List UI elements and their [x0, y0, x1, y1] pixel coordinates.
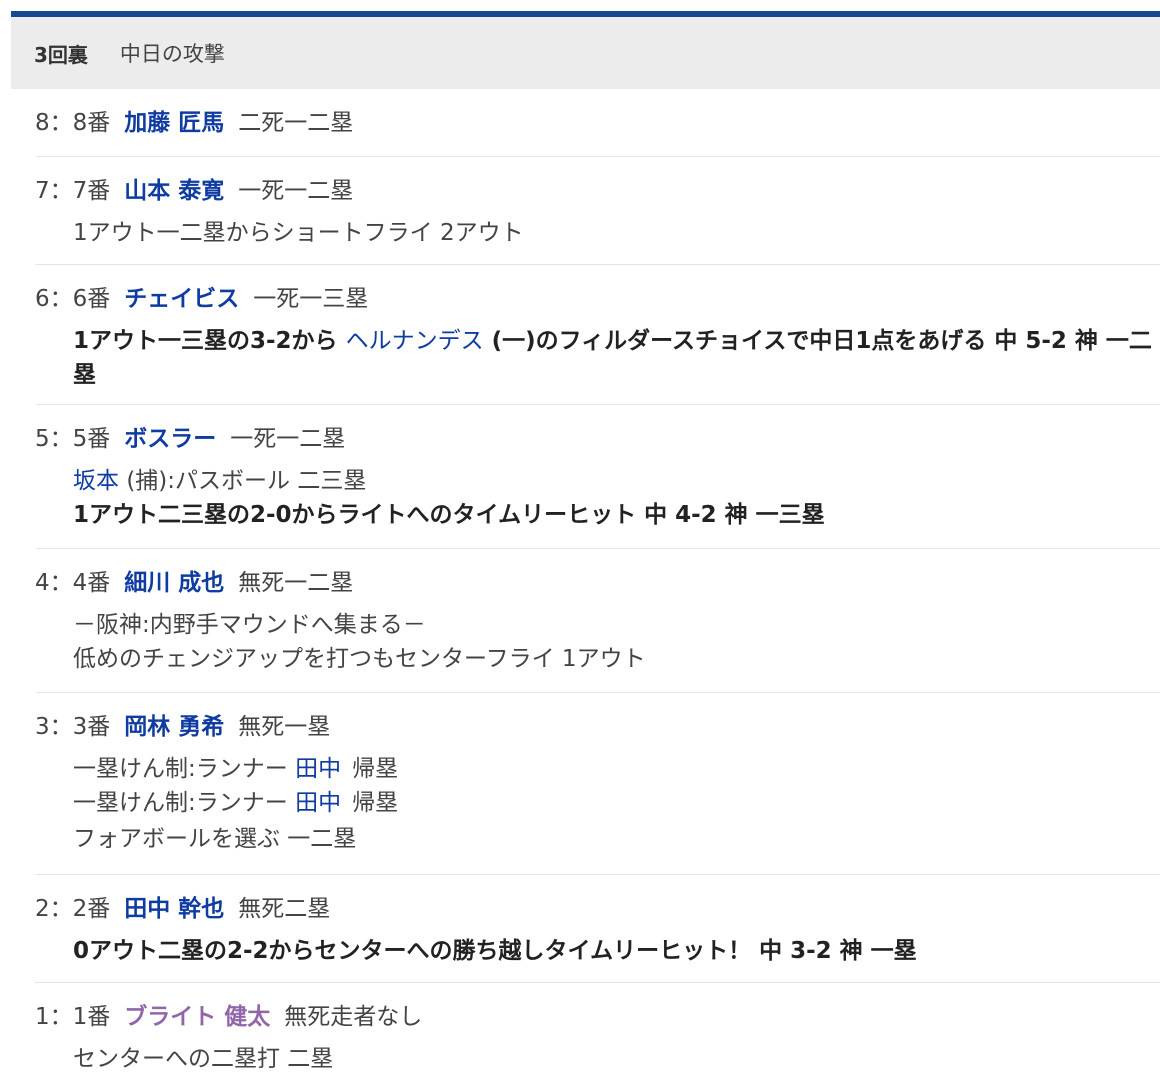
plate-appearance: 6：6番 チェイビス 一死一三塁 1アウト一三塁の3-2から ヘルナンデス (一…: [35, 265, 1160, 405]
play-text: 一塁けん制:ランナー: [73, 790, 288, 816]
batter-link[interactable]: 加藤 匠馬: [124, 106, 224, 140]
plate-appearance-header: 8：8番 加藤 匠馬 二死一二塁: [35, 106, 1160, 140]
batting-order: 5：5番: [35, 426, 111, 452]
plate-appearance-header: 5：5番 ボスラー 一死一二塁: [35, 422, 1160, 456]
play-line: センターへの二塁打 二塁: [73, 1046, 334, 1072]
plate-appearance: 2：2番 田中 幹也 無死二塁 0アウト二塁の2-2からセンターへの勝ち越しタイ…: [35, 875, 1160, 983]
batter-link[interactable]: ボスラー: [124, 422, 216, 456]
batting-order: 3：3番: [35, 714, 111, 740]
play-text: 帰塁: [352, 790, 399, 816]
play-line: －阪神:内野手マウンドへ集まる－: [73, 612, 426, 638]
play-line: 低めのチェンジアップを打つもセンターフライ 1アウト: [73, 646, 646, 672]
base-out-situation: 二死一二塁: [238, 110, 354, 136]
attacking-team-label: 中日の攻撃: [119, 42, 225, 66]
batting-order: 8：8番: [35, 110, 111, 136]
base-out-situation: 無死一二塁: [238, 570, 354, 596]
plate-appearance: 5：5番 ボスラー 一死一二塁 坂本 (捕):パスボール 二三塁 1アウト二三塁…: [35, 405, 1160, 549]
plate-appearance-header: 4：4番 細川 成也 無死一二塁: [35, 566, 1160, 600]
batter-link[interactable]: ブライト 健太: [124, 1000, 270, 1034]
runner-link[interactable]: 田中: [295, 790, 341, 816]
plate-appearance: 8：8番 加藤 匠馬 二死一二塁: [35, 89, 1160, 157]
plate-appearance-header: 2：2番 田中 幹也 無死二塁: [35, 892, 1160, 926]
play-line-scoring: 1アウト二三塁の2-0からライトへのタイムリーヒット 中 4-2 神 一三塁: [73, 502, 825, 528]
inning-label: 3回裏: [34, 42, 88, 67]
play-line: 一塁けん制:ランナー 田中 帰塁: [73, 752, 1160, 786]
plate-appearance: 3：3番 岡林 勇希 無死一塁 一塁けん制:ランナー 田中 帰塁 一塁けん制:ラン…: [35, 693, 1160, 875]
base-out-situation: 無死一塁: [238, 714, 331, 740]
base-out-situation: 一死一二塁: [230, 426, 346, 452]
base-out-situation: 一死一三塁: [253, 286, 369, 312]
batter-link[interactable]: 山本 泰寛: [124, 174, 224, 208]
batter-link[interactable]: チェイビス: [124, 282, 239, 316]
play-description: 一塁けん制:ランナー 田中 帰塁 一塁けん制:ランナー 田中 帰塁 フォアボールを選…: [35, 752, 1160, 856]
batting-order: 1：1番: [35, 1004, 111, 1030]
play-description: －阪神:内野手マウンドへ集まる－ 低めのチェンジアップを打つもセンターフライ 1…: [35, 608, 1160, 676]
catcher-link[interactable]: 坂本: [73, 468, 119, 494]
plate-appearance: 1：1番 ブライト 健太 無死走者なし センターへの二塁打 二塁: [35, 983, 1160, 1087]
play-description: センターへの二塁打 二塁: [35, 1042, 1160, 1076]
play-text: 1アウト一三塁の3-2から: [73, 328, 338, 354]
runner-link[interactable]: 田中: [295, 756, 341, 782]
play-line: フォアボールを選ぶ 一二塁: [73, 826, 357, 852]
play-description: 1アウト一二塁からショートフライ 2アウト: [35, 216, 1160, 250]
plate-appearance: 7：7番 山本 泰寛 一死一二塁 1アウト一二塁からショートフライ 2アウト: [35, 157, 1160, 265]
batting-order: 2：2番: [35, 896, 111, 922]
play-line: 1アウト一二塁からショートフライ 2アウト: [73, 220, 524, 246]
play-text: 帰塁: [352, 756, 399, 782]
play-line: 一塁けん制:ランナー 田中 帰塁: [73, 786, 1160, 820]
fielder-link[interactable]: ヘルナンデス: [346, 328, 484, 354]
base-out-situation: 無死走者なし: [284, 1004, 423, 1030]
play-text: (捕):パスボール 二三塁: [126, 468, 367, 494]
batting-order: 6：6番: [35, 286, 111, 312]
inning-header: 3回裏 中日の攻撃: [11, 17, 1160, 89]
play-by-play-list: 8：8番 加藤 匠馬 二死一二塁 7：7番 山本 泰寛 一死一二塁 1アウト一二…: [35, 89, 1160, 1087]
batter-link[interactable]: 岡林 勇希: [124, 710, 224, 744]
plate-appearance-header: 6：6番 チェイビス 一死一三塁: [35, 282, 1160, 316]
play-line-scoring: 1アウト一三塁の3-2から ヘルナンデス (一)のフィルダースチョイスで中日1点…: [73, 324, 1160, 392]
batting-order: 7：7番: [35, 178, 111, 204]
batter-link[interactable]: 細川 成也: [124, 566, 224, 600]
batter-link[interactable]: 田中 幹也: [124, 892, 224, 926]
plate-appearance-header: 1：1番 ブライト 健太 無死走者なし: [35, 1000, 1160, 1034]
batting-order: 4：4番: [35, 570, 111, 596]
play-line: 坂本 (捕):パスボール 二三塁: [73, 464, 1160, 498]
play-description: 0アウト二塁の2-2からセンターへの勝ち越しタイムリーヒット！ 中 3-2 神 …: [35, 934, 1160, 968]
play-line-scoring: 0アウト二塁の2-2からセンターへの勝ち越しタイムリーヒット！ 中 3-2 神 …: [73, 938, 917, 964]
plate-appearance-header: 7：7番 山本 泰寛 一死一二塁: [35, 174, 1160, 208]
plate-appearance-header: 3：3番 岡林 勇希 無死一塁: [35, 710, 1160, 744]
base-out-situation: 一死一二塁: [238, 178, 354, 204]
play-text: 一塁けん制:ランナー: [73, 756, 288, 782]
plate-appearance: 4：4番 細川 成也 無死一二塁 －阪神:内野手マウンドへ集まる－ 低めのチェン…: [35, 549, 1160, 693]
play-description: 1アウト一三塁の3-2から ヘルナンデス (一)のフィルダースチョイスで中日1点…: [35, 324, 1160, 392]
play-description: 坂本 (捕):パスボール 二三塁 1アウト二三塁の2-0からライトへのタイムリー…: [35, 464, 1160, 532]
base-out-situation: 無死二塁: [238, 896, 331, 922]
